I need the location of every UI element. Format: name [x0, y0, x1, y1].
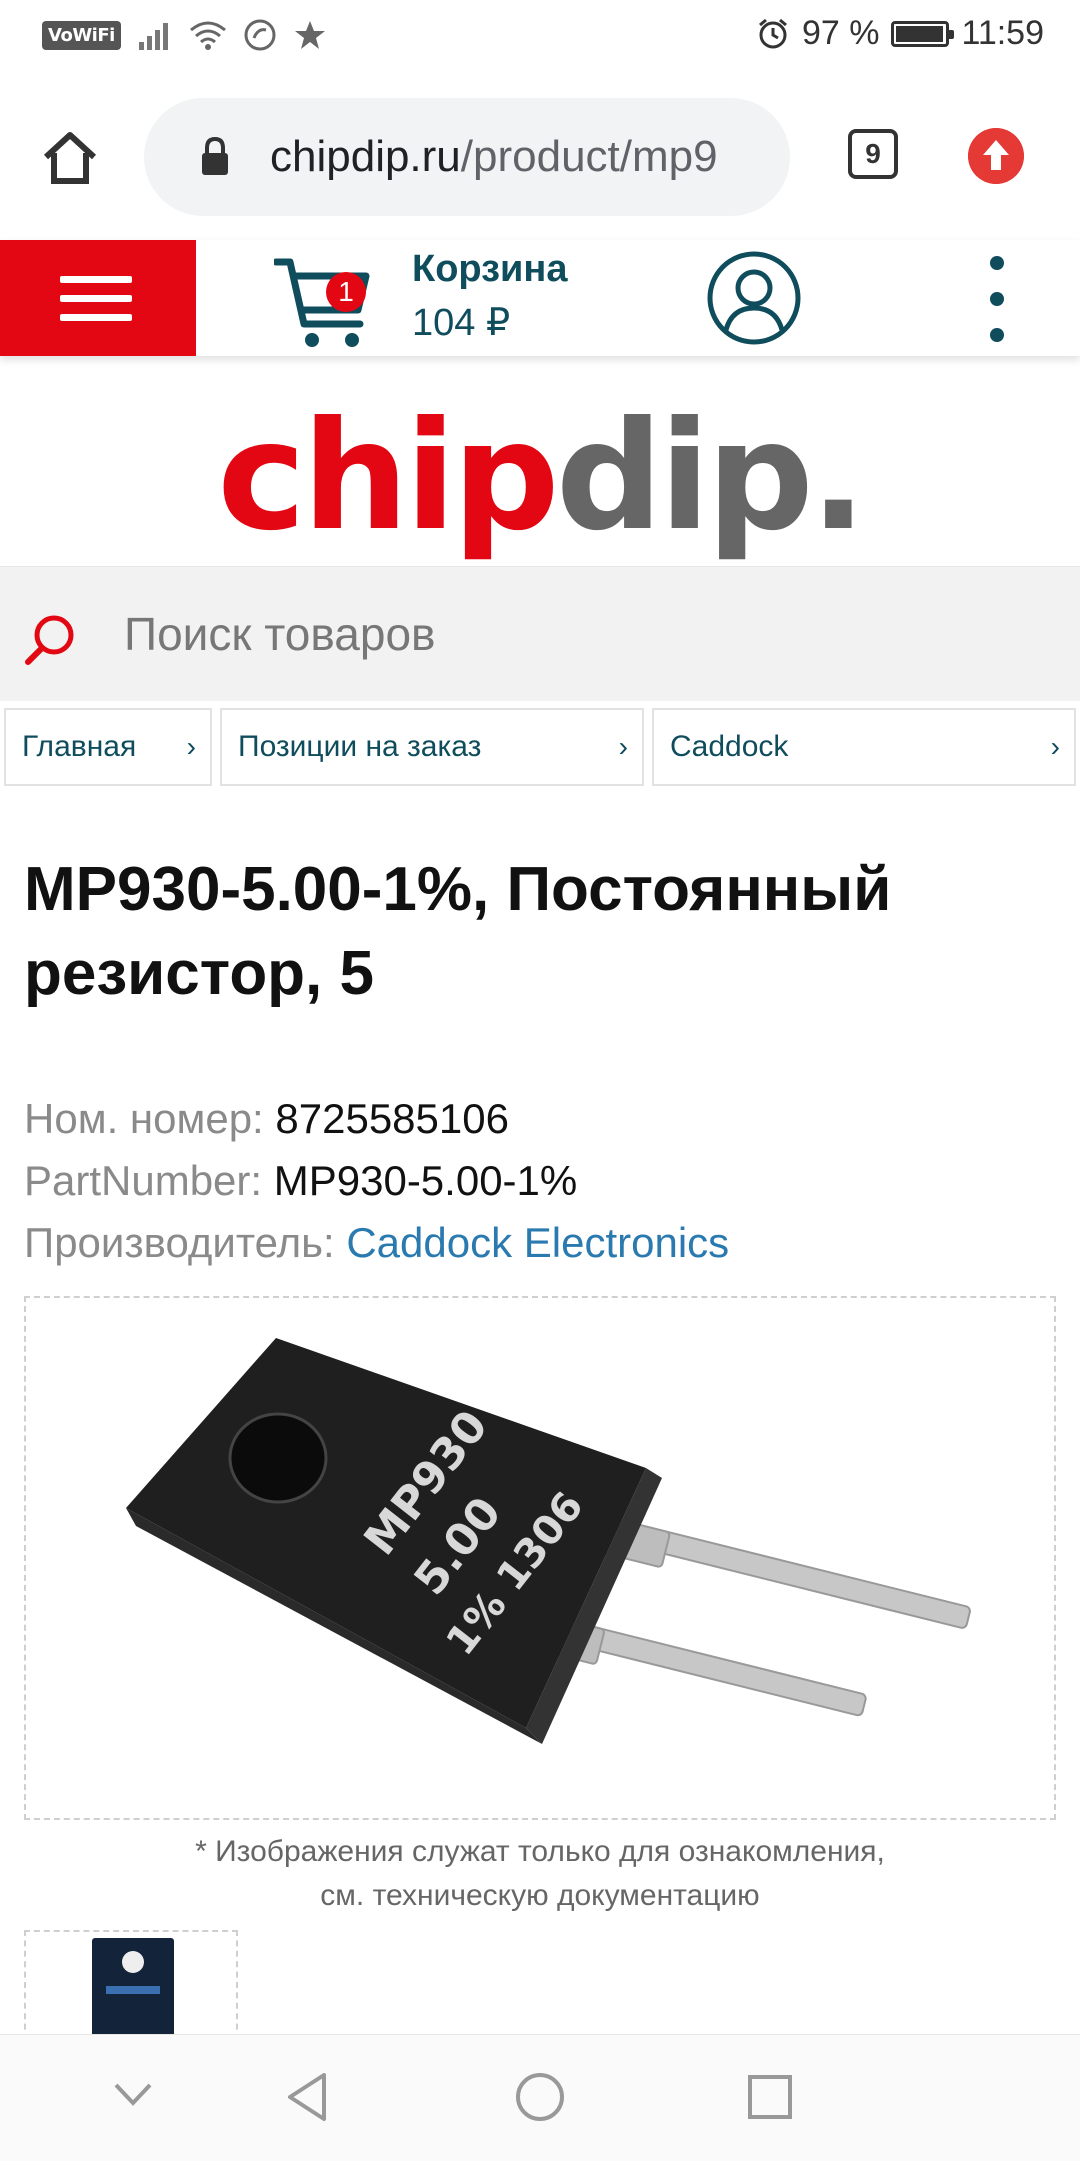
product-thumbnail[interactable]	[24, 1930, 238, 2040]
chipdip-logo[interactable]: chipdip.	[0, 392, 1080, 562]
nom-number-row: Ном. номер: 8725585106	[24, 1095, 509, 1142]
search-icon[interactable]	[22, 611, 78, 667]
signal-icon	[138, 23, 168, 50]
clock: 11:59	[961, 14, 1044, 52]
battery-icon	[891, 20, 955, 47]
back-icon[interactable]	[284, 2071, 330, 2123]
star-icon	[294, 21, 325, 49]
recents-icon[interactable]	[746, 2073, 794, 2121]
site-header: 1 Корзина 104 ₽	[0, 240, 1080, 356]
tab-switcher-button[interactable]: 9	[848, 129, 898, 179]
update-icon[interactable]	[968, 128, 1024, 184]
cart-total[interactable]: 104 ₽	[412, 300, 510, 345]
breadcrumb-item-orders[interactable]: Позиции на заказ ›	[220, 708, 644, 786]
product-image[interactable]: MP930 5.00 1% 1306	[24, 1296, 1056, 1820]
thumbnail-image	[92, 1938, 174, 2040]
alarm-icon	[758, 18, 787, 48]
address-bar[interactable]: chipdip.ru/product/mp9	[144, 98, 790, 216]
resistor-image: MP930 5.00 1% 1306	[126, 1338, 971, 1744]
browser-toolbar: chipdip.ru/product/mp9 9	[0, 72, 1080, 240]
product-title: MP930-5.00-1%, Постоянный резистор, 5	[24, 855, 892, 1008]
wifi-icon	[189, 21, 226, 50]
menu-button[interactable]	[0, 240, 196, 356]
url-text: chipdip.ru/product/mp9	[270, 132, 718, 181]
status-bar: VoWiFi 97 % 11:59	[0, 0, 1080, 72]
breadcrumb-item-home[interactable]: Главная ›	[4, 708, 212, 786]
partnumber-row: PartNumber: MP930-5.00-1%	[24, 1157, 578, 1204]
cart-label[interactable]: Корзина	[412, 248, 567, 291]
search-input[interactable]	[124, 597, 1024, 671]
product-properties: Ном. номер: 8725585106 PartNumber: MP930…	[24, 1088, 729, 1274]
image-disclaimer: * Изображения служат только для ознакомл…	[195, 1835, 885, 1912]
home-nav-icon[interactable]	[514, 2071, 566, 2123]
manufacturer-row: Производитель: Caddock Electronics	[24, 1219, 730, 1266]
chevron-down-icon[interactable]	[112, 2079, 154, 2109]
manufacturer-link[interactable]: Caddock Electronics	[346, 1219, 729, 1266]
cart-count-badge: 1	[326, 272, 366, 312]
vowifi-badge: VoWiFi	[42, 20, 121, 50]
breadcrumb-item-caddock[interactable]: Caddock ›	[652, 708, 1076, 786]
call-icon	[244, 19, 276, 51]
more-menu-icon[interactable]	[982, 254, 1012, 344]
account-icon[interactable]	[706, 250, 802, 346]
search-bar	[0, 566, 1080, 701]
lock-icon	[202, 136, 228, 175]
battery-percent: 97 %	[801, 14, 880, 52]
system-nav-bar	[0, 2034, 1080, 2161]
home-icon[interactable]	[40, 127, 100, 187]
